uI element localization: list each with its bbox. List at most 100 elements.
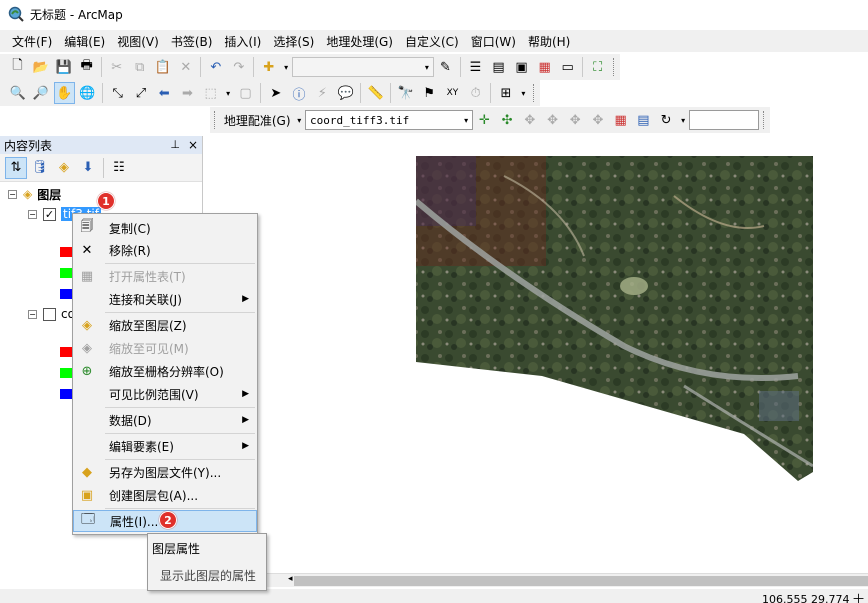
add-data-dropdown-icon[interactable]: ▾ bbox=[281, 56, 291, 78]
map-display[interactable] bbox=[204, 136, 868, 573]
menu-item-data[interactable]: 数据(D) ▶ bbox=[73, 409, 257, 431]
go-to-xy-icon[interactable]: XY bbox=[442, 82, 463, 104]
update-display-icon[interactable]: ✥ bbox=[588, 109, 609, 131]
toolbar-grip[interactable] bbox=[214, 111, 217, 129]
new-document-icon[interactable]: 🗋 bbox=[7, 56, 28, 78]
modelbuilder-icon[interactable]: ⛶ bbox=[587, 56, 608, 78]
menu-edit[interactable]: 编辑(E) bbox=[58, 33, 111, 50]
view-link-table-icon[interactable]: ▦ bbox=[610, 109, 631, 131]
menu-item-visible-scale-range[interactable]: 可见比例范围(V) ▶ bbox=[73, 383, 257, 405]
scrollbar-thumb[interactable] bbox=[294, 576, 868, 586]
pin-icon[interactable]: ⊥ bbox=[170, 138, 180, 152]
time-slider-icon[interactable]: ⏱ bbox=[465, 82, 486, 104]
cut-icon[interactable]: ✂ bbox=[106, 56, 127, 78]
fixed-zoom-out-icon[interactable]: ⤢ bbox=[130, 82, 151, 104]
create-viewer-window-icon[interactable]: ⊞ bbox=[495, 82, 516, 104]
toolbar-grip[interactable] bbox=[533, 84, 536, 102]
rotate-dropdown-icon[interactable]: ▾ bbox=[678, 109, 687, 131]
find-route-icon[interactable]: ⚑ bbox=[419, 82, 440, 104]
scale-icon[interactable]: ✥ bbox=[565, 109, 586, 131]
layer-visibility-checkbox[interactable] bbox=[43, 307, 56, 321]
zoom-out-icon[interactable]: 🔎 bbox=[30, 82, 51, 104]
map-scale-combo[interactable]: ▾ bbox=[291, 57, 434, 77]
zoom-in-icon[interactable]: 🔍 bbox=[7, 82, 28, 104]
html-popup-icon[interactable]: 💬 bbox=[335, 82, 356, 104]
arctoolbox-icon[interactable]: ▦ bbox=[534, 56, 555, 78]
select-elements-arrow-icon[interactable]: ➤ bbox=[265, 82, 286, 104]
menu-item-remove[interactable]: ✕ 移除(R) bbox=[73, 239, 257, 261]
paste-icon[interactable]: 📋 bbox=[152, 56, 173, 78]
viewer-dropdown-icon[interactable]: ▾ bbox=[519, 82, 529, 104]
find-binoculars-icon[interactable]: 🔭 bbox=[395, 82, 416, 104]
menu-windows[interactable]: 窗口(W) bbox=[465, 33, 522, 50]
menu-view[interactable]: 视图(V) bbox=[111, 33, 165, 50]
add-data-icon[interactable]: ✚ bbox=[258, 56, 279, 78]
collapse-icon[interactable]: − bbox=[28, 309, 37, 319]
auto-registration-icon[interactable]: ✣ bbox=[497, 109, 518, 131]
catalog-icon[interactable]: ▤ bbox=[488, 56, 509, 78]
menu-item-zoom-to-visible[interactable]: ◈ 缩放至可见(M) bbox=[73, 337, 257, 359]
menu-customize[interactable]: 自定义(C) bbox=[399, 33, 465, 50]
copy-icon[interactable]: ⧉ bbox=[129, 56, 150, 78]
menu-file[interactable]: 文件(F) bbox=[6, 33, 58, 50]
add-control-points-icon[interactable]: ✛ bbox=[474, 109, 495, 131]
menu-help[interactable]: 帮助(H) bbox=[522, 33, 576, 50]
menu-item-save-as-layer-file[interactable]: ◆ 另存为图层文件(Y)... bbox=[73, 461, 257, 483]
rotate-raster-icon[interactable]: ↻ bbox=[656, 109, 677, 131]
shift-icon[interactable]: ✥ bbox=[519, 109, 540, 131]
menu-geoprocessing[interactable]: 地理处理(G) bbox=[320, 33, 399, 50]
rotation-angle-input[interactable] bbox=[688, 110, 760, 130]
back-extent-icon[interactable]: ⬅ bbox=[154, 82, 175, 104]
table-of-contents-icon[interactable]: ☰ bbox=[465, 56, 486, 78]
list-by-source-icon[interactable]: 🛢 bbox=[29, 157, 51, 179]
menu-item-create-layer-package[interactable]: ▣ 创建图层包(A)... bbox=[73, 484, 257, 506]
map-horizontal-scrollbar[interactable]: ◂ bbox=[204, 573, 868, 587]
tree-row-root[interactable]: − ◈ 图层 bbox=[8, 184, 61, 204]
full-extent-globe-icon[interactable]: 🌐 bbox=[77, 82, 98, 104]
menu-item-zoom-to-layer[interactable]: ◈ 缩放至图层(Z) bbox=[73, 314, 257, 336]
viewer-icon[interactable]: ▤ bbox=[633, 109, 654, 131]
collapse-icon[interactable]: − bbox=[28, 209, 37, 219]
menu-item-joins-relates[interactable]: 连接和关联(J) ▶ bbox=[73, 288, 257, 310]
list-by-selection-icon[interactable]: ⬇ bbox=[77, 157, 99, 179]
open-folder-icon[interactable]: 📂 bbox=[30, 56, 51, 78]
menu-item-open-attribute-table[interactable]: ▦ 打开属性表(T) bbox=[73, 265, 257, 287]
collapse-icon[interactable]: − bbox=[8, 189, 17, 199]
georeferencing-menu[interactable]: 地理配准(G) bbox=[221, 112, 294, 129]
georeference-layer-select[interactable]: coord_tiff3.tif ▾ bbox=[304, 110, 474, 130]
delete-icon[interactable]: ✕ bbox=[175, 56, 196, 78]
print-icon[interactable]: 🖶 bbox=[76, 56, 97, 78]
toolbar-grip[interactable] bbox=[763, 111, 766, 129]
measure-icon[interactable]: 📏 bbox=[365, 82, 386, 104]
options-icon[interactable]: ☷ bbox=[108, 157, 130, 179]
save-icon[interactable]: 💾 bbox=[53, 56, 74, 78]
list-by-drawing-order-icon[interactable]: ⇅ bbox=[5, 156, 27, 179]
tree-row-layer2[interactable]: − co bbox=[28, 304, 75, 324]
menu-item-zoom-to-raster-resolution[interactable]: ⊕ 缩放至栅格分辨率(O) bbox=[73, 360, 257, 382]
fixed-zoom-in-icon[interactable]: ⤡ bbox=[107, 82, 128, 104]
forward-extent-icon[interactable]: ➡ bbox=[177, 82, 198, 104]
layer-visibility-checkbox[interactable]: ✓ bbox=[43, 207, 56, 221]
menu-item-copy[interactable]: 🗐 复制(C) bbox=[73, 217, 257, 239]
list-by-visibility-icon[interactable]: ◈ bbox=[53, 157, 75, 179]
menu-selection[interactable]: 选择(S) bbox=[267, 33, 320, 50]
menu-insert[interactable]: 插入(I) bbox=[218, 33, 267, 50]
hyperlink-icon[interactable]: ⚡ bbox=[312, 82, 333, 104]
pan-hand-icon[interactable]: ✋ bbox=[53, 82, 75, 104]
toolbar-grip[interactable] bbox=[613, 58, 616, 76]
scroll-left-arrow-icon[interactable]: ◂ bbox=[288, 574, 293, 584]
redo-icon[interactable]: ↷ bbox=[228, 56, 249, 78]
python-window-icon[interactable]: ▭ bbox=[557, 56, 578, 78]
select-dropdown-icon[interactable]: ▾ bbox=[223, 82, 233, 104]
menu-bookmarks[interactable]: 书签(B) bbox=[165, 33, 219, 50]
undo-icon[interactable]: ↶ bbox=[205, 56, 226, 78]
close-icon[interactable]: × bbox=[188, 138, 198, 152]
search-window-icon[interactable]: ▣ bbox=[511, 56, 532, 78]
georeferencing-dropdown-icon[interactable]: ▾ bbox=[295, 109, 304, 131]
select-features-icon[interactable]: ⬚ bbox=[200, 82, 221, 104]
editor-toolbar-icon[interactable]: ✎ bbox=[435, 56, 456, 78]
identify-icon[interactable]: ⓘ bbox=[288, 82, 309, 104]
menu-item-edit-features[interactable]: 编辑要素(E) ▶ bbox=[73, 435, 257, 457]
clear-selection-icon[interactable]: ▢ bbox=[235, 82, 256, 104]
rotate-icon[interactable]: ✥ bbox=[542, 109, 563, 131]
